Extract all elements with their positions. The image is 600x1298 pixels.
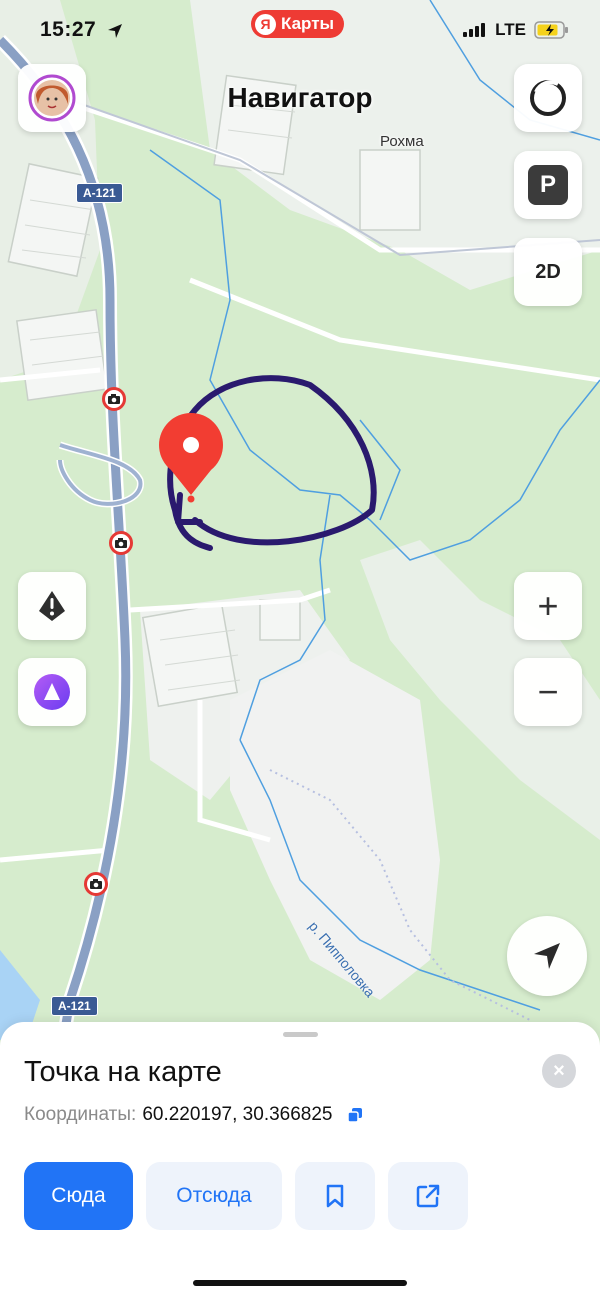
- brand-badge[interactable]: Я Карты: [251, 10, 345, 38]
- road-events-button[interactable]: [18, 572, 86, 640]
- bookmark-icon: [326, 1184, 344, 1208]
- place-label: Рохма: [380, 133, 424, 150]
- navigation-arrow-icon: [534, 943, 560, 969]
- signal-icon: [463, 23, 486, 37]
- coordinates-row: Координаты: 60.220197, 30.366825: [24, 1104, 363, 1126]
- parking-label: P: [539, 171, 556, 198]
- speed-camera-icon[interactable]: [84, 872, 108, 896]
- coordinates-value[interactable]: 60.220197, 30.366825: [142, 1104, 332, 1126]
- layers-button[interactable]: [514, 64, 582, 132]
- brand-logo-icon: Я: [255, 13, 276, 35]
- view-mode-button[interactable]: 2D: [514, 238, 582, 306]
- battery-charging-icon: [534, 21, 568, 39]
- alice-icon: [34, 674, 70, 710]
- status-time: 15:27: [40, 18, 97, 41]
- minus-icon: −: [537, 671, 559, 712]
- zoom-in-button[interactable]: +: [514, 572, 582, 640]
- action-bar: Сюда Отсюда: [24, 1162, 468, 1230]
- layers-circle-icon: [530, 80, 566, 116]
- route-to-button[interactable]: Сюда: [24, 1162, 133, 1230]
- speed-camera-icon[interactable]: [109, 531, 133, 555]
- warning-icon: [39, 591, 65, 621]
- network-type: LTE: [495, 20, 526, 39]
- share-icon: [416, 1184, 440, 1208]
- app-screen: Рохма A-121 A-121 р. Пипполовка 15:27 LT…: [0, 0, 600, 1298]
- zoom-out-button[interactable]: −: [514, 658, 582, 726]
- road-badge: A-121: [51, 996, 98, 1016]
- close-icon: ×: [553, 1059, 565, 1082]
- place-card-sheet: Точка на карте × Координаты: 60.220197, …: [0, 1022, 600, 1298]
- status-indicators: LTE: [463, 20, 570, 40]
- share-button[interactable]: [388, 1162, 468, 1230]
- speed-camera-icon[interactable]: [102, 387, 126, 411]
- page-title: Навигатор: [227, 82, 373, 113]
- profile-button[interactable]: [18, 64, 86, 132]
- avatar: [28, 74, 76, 122]
- parking-icon: P: [528, 165, 568, 205]
- copy-icon[interactable]: [346, 1107, 363, 1123]
- home-indicator[interactable]: [193, 1280, 407, 1286]
- sheet-title: Точка на карте: [24, 1056, 222, 1088]
- parking-button[interactable]: P: [514, 151, 582, 219]
- alice-assistant-button[interactable]: [18, 658, 86, 726]
- my-location-button[interactable]: [507, 916, 587, 996]
- bookmark-button[interactable]: [295, 1162, 375, 1230]
- route-from-button[interactable]: Отсюда: [146, 1162, 282, 1230]
- location-services-icon: [108, 24, 122, 38]
- plus-icon: +: [537, 585, 559, 626]
- road-badge: A-121: [76, 183, 123, 203]
- brand-name: Карты: [281, 14, 335, 33]
- sheet-grabber[interactable]: [283, 1032, 318, 1037]
- close-button[interactable]: ×: [542, 1054, 576, 1088]
- map-canvas[interactable]: [0, 0, 600, 1060]
- coordinates-label: Координаты:: [24, 1104, 137, 1125]
